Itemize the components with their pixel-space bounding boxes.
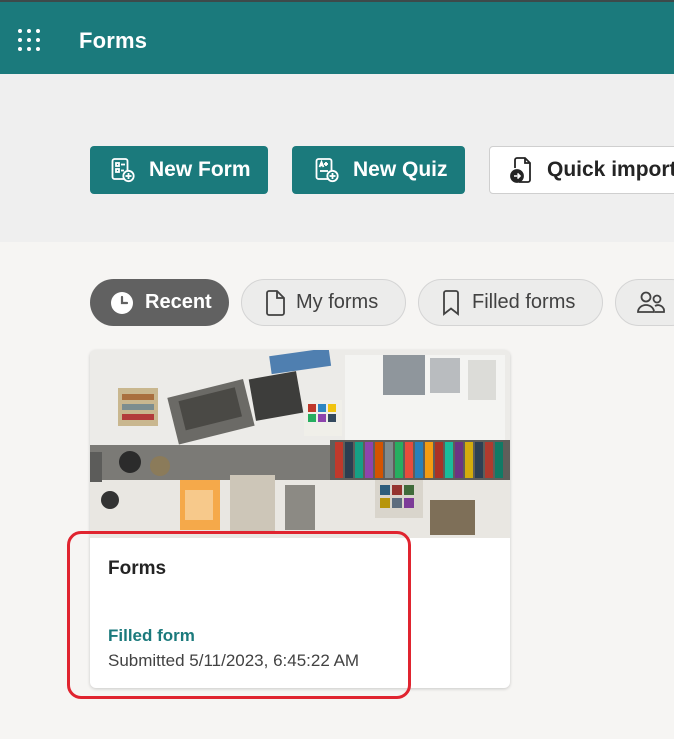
quick-import-button[interactable]: Quick import <box>489 146 674 194</box>
filter-filled-forms-label: Filled forms <box>472 291 576 313</box>
new-quiz-label: New Quiz <box>353 158 448 181</box>
filter-my-forms-label: My forms <box>296 291 379 313</box>
filter-filled-forms[interactable]: Filled forms <box>418 279 603 326</box>
quick-import-label: Quick import <box>547 158 674 181</box>
document-icon <box>266 289 285 316</box>
card-status: Filled form <box>108 626 195 645</box>
app-title[interactable]: Forms <box>79 28 147 54</box>
waffle-icon[interactable] <box>18 29 42 53</box>
clock-icon <box>111 291 133 314</box>
card-cover-image <box>90 350 510 538</box>
filter-recent-label: Recent <box>145 291 212 313</box>
form-card[interactable]: Forms Filled form Submitted 5/11/2023, 6… <box>90 350 510 688</box>
filter-recent[interactable]: Recent <box>90 279 229 326</box>
new-quiz-button[interactable]: New Quiz <box>292 146 465 194</box>
import-file-icon <box>510 157 531 183</box>
new-form-icon <box>111 158 135 183</box>
card-submitted-date: Submitted 5/11/2023, 6:45:22 AM <box>108 651 360 670</box>
people-icon <box>637 291 665 313</box>
new-form-label: New Form <box>149 158 251 181</box>
new-quiz-icon <box>315 158 339 183</box>
filter-my-forms[interactable]: My forms <box>241 279 406 326</box>
card-title: Forms <box>108 558 167 579</box>
filter-shared[interactable] <box>615 279 674 326</box>
top-bar: Forms <box>0 0 674 74</box>
bookmark-icon <box>443 289 459 316</box>
new-form-button[interactable]: New Form <box>90 146 268 194</box>
